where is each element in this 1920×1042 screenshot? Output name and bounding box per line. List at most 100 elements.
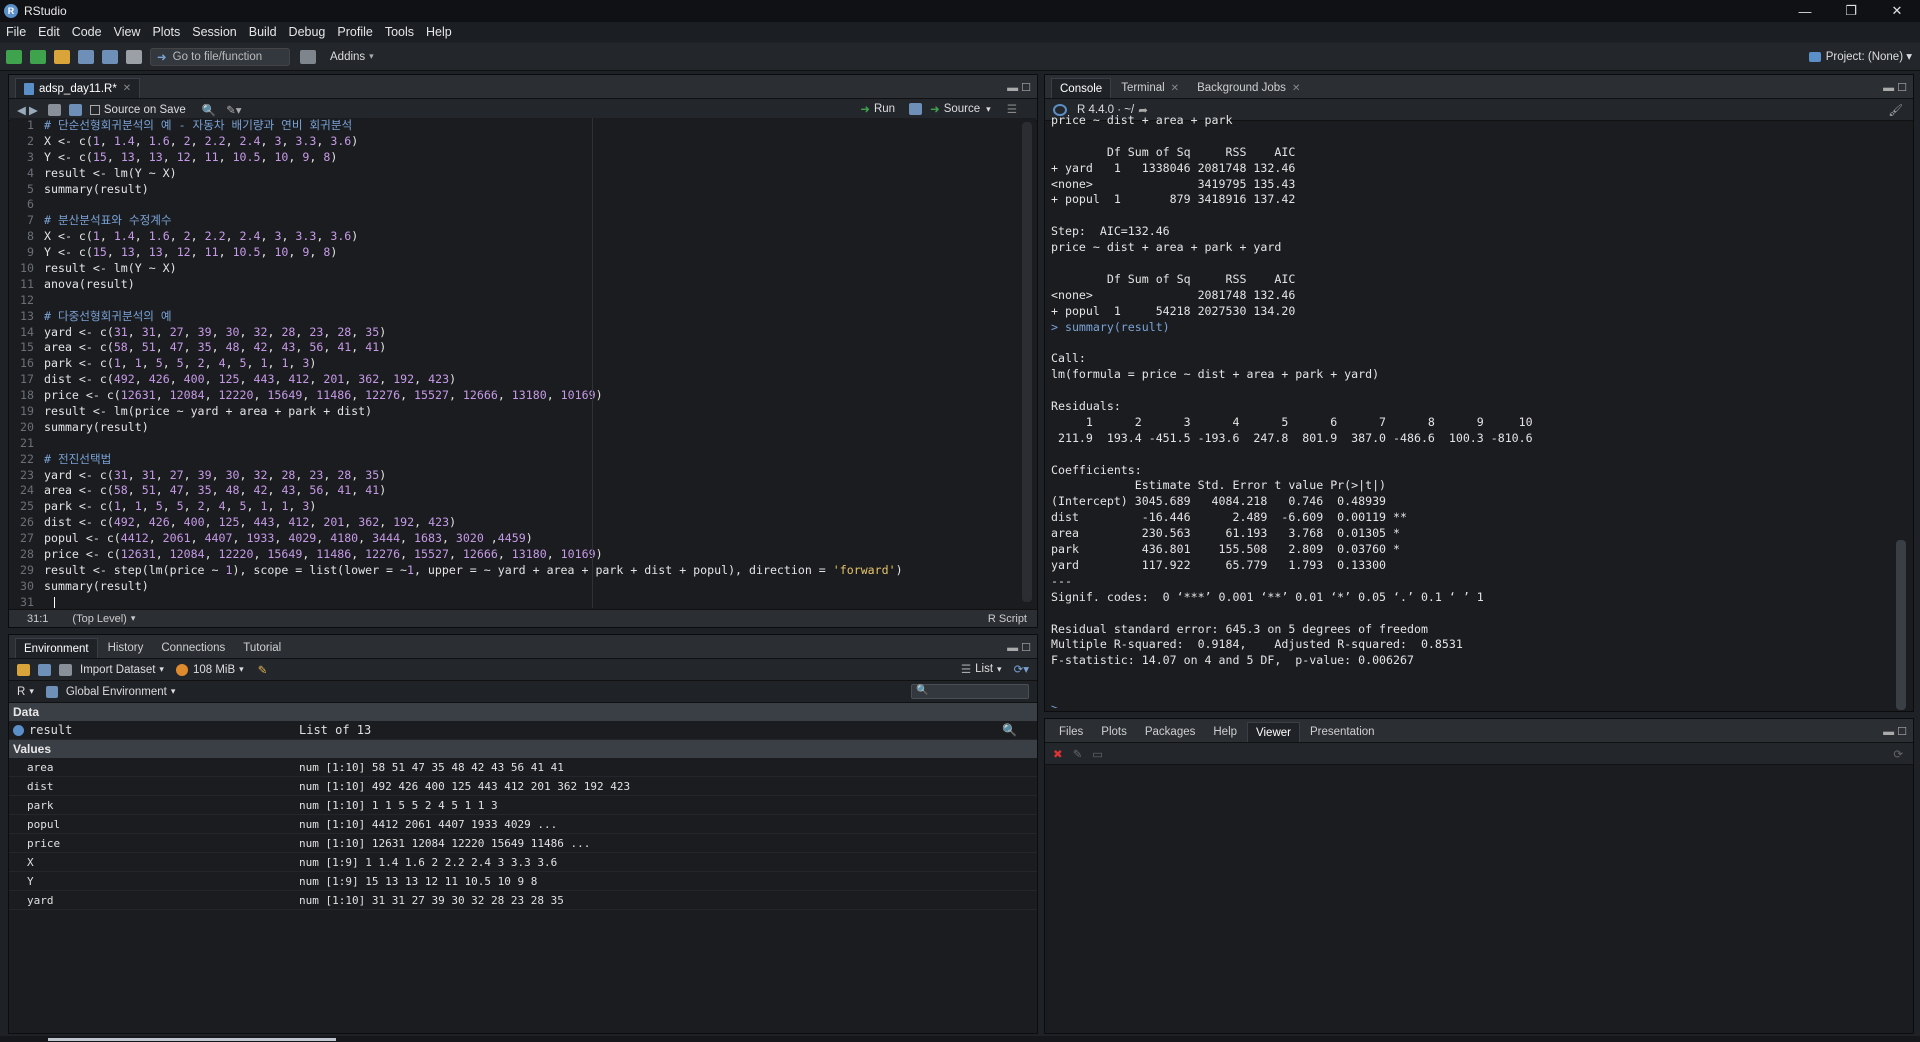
code-line[interactable]: 30 summary(result) <box>10 579 1036 595</box>
pane-minmax-icon[interactable]: ▬ ☐ <box>1007 81 1031 94</box>
code-tools-icon[interactable]: ✎▾ <box>226 103 241 117</box>
broom-icon[interactable]: ✎ <box>1073 747 1083 761</box>
source-tab[interactable]: adsp_day11.R* ✕ <box>15 78 141 98</box>
tab-files[interactable]: Files <box>1051 722 1091 742</box>
env-minmax-icon[interactable]: ▬ ☐ <box>1007 641 1031 654</box>
code-line[interactable]: 7 # 분산분석표와 수정계수 <box>10 213 1036 229</box>
compile-report-icon[interactable] <box>251 104 264 116</box>
refresh-icon[interactable]: ⟳▾ <box>1014 662 1029 676</box>
maximize-button[interactable]: ❐ <box>1828 0 1874 22</box>
code-line[interactable]: 2 X <- c(1, 1.4, 1.6, 2, 2.2, 2.4, 3, 3.3… <box>10 134 1036 150</box>
console-prompt[interactable]: > <box>1051 701 1891 708</box>
tab-tutorial[interactable]: Tutorial <box>235 638 289 658</box>
horizontal-scroll-thumb[interactable] <box>48 1038 336 1041</box>
source-on-save-checkbox[interactable] <box>89 104 100 115</box>
search-icon[interactable]: 🔍 <box>202 103 216 117</box>
run-button[interactable]: Run <box>874 103 895 115</box>
menu-session[interactable]: Session <box>192 25 236 39</box>
code-line[interactable]: 6 <box>10 197 1036 213</box>
import-dataset-button[interactable]: Import Dataset <box>80 664 155 676</box>
table-row[interactable]: area num [1:10] 58 51 47 35 48 42 43 56 4… <box>9 758 1037 777</box>
addins-menu[interactable]: Addins <box>330 51 365 63</box>
rerun-icon[interactable] <box>909 103 923 115</box>
table-row[interactable]: park num [1:10] 1 1 5 5 2 4 5 1 1 3 <box>9 796 1037 815</box>
tab-packages[interactable]: Packages <box>1137 722 1204 742</box>
tab-terminal[interactable]: Terminal ✕ <box>1113 78 1187 98</box>
viewer-refresh-icon[interactable]: ⟳ <box>1893 747 1903 761</box>
table-row[interactable]: dist num [1:10] 492 426 400 125 443 412 2… <box>9 777 1037 796</box>
code-line[interactable]: 12 <box>10 293 1036 309</box>
code-line[interactable]: 15 area <- c(58, 51, 47, 35, 48, 42, 43, … <box>10 340 1036 356</box>
code-line[interactable]: 5 summary(result) <box>10 182 1036 198</box>
code-line[interactable]: 31 <box>10 595 1036 608</box>
close-tab-icon[interactable]: ✕ <box>123 83 131 94</box>
close-jobs-icon[interactable]: ✕ <box>1292 83 1300 94</box>
outline-icon[interactable]: ☰ <box>1007 102 1017 116</box>
export-icon[interactable]: ▭ <box>1092 747 1103 761</box>
code-line[interactable]: 21 <box>10 436 1036 452</box>
filetype-selector[interactable]: R Script <box>988 613 1027 625</box>
code-line[interactable]: 17 dist <- c(492, 426, 400, 125, 443, 412… <box>10 372 1036 388</box>
clear-broom-icon[interactable]: ✎ <box>258 663 268 677</box>
menu-file[interactable]: File <box>6 25 26 39</box>
tab-presentation[interactable]: Presentation <box>1302 722 1383 742</box>
code-editor[interactable]: 1 # 단순선형회귀분석의 예 - 자동차 배기량과 연비 회귀분석 2 X <- c… <box>10 118 1036 608</box>
save-all-icon[interactable] <box>102 49 118 64</box>
code-line[interactable]: 26 dist <- c(492, 426, 400, 125, 443, 412… <box>10 515 1036 531</box>
env-search-input[interactable]: 🔍 <box>911 684 1029 699</box>
tab-history[interactable]: History <box>100 638 152 658</box>
tab-console[interactable]: Console <box>1051 78 1112 98</box>
code-line[interactable]: 11 anova(result) <box>10 277 1036 293</box>
tab-environment[interactable]: Environment <box>15 638 98 658</box>
console-output[interactable]: price ~ dist + area + park Df Sum of Sq … <box>1051 113 1891 708</box>
back-forward-icon[interactable]: ◀ ▶ <box>17 103 38 117</box>
close-terminal-icon[interactable]: ✕ <box>1171 83 1179 94</box>
code-line[interactable]: 8 X <- c(1, 1.4, 1.6, 2, 2.2, 2.4, 3, 3.3… <box>10 229 1036 245</box>
console-scrollbar[interactable] <box>1896 540 1906 710</box>
remove-viewer-icon[interactable]: ✖ <box>1053 747 1063 761</box>
close-button[interactable]: ✕ <box>1874 0 1920 22</box>
new-file-icon[interactable] <box>6 49 22 64</box>
code-line[interactable]: 10 result <- lm(Y ~ X) <box>10 261 1036 277</box>
scope-selector[interactable]: (Top Level) <box>72 613 126 625</box>
save-icon[interactable] <box>78 49 94 64</box>
editor-scrollbar[interactable] <box>1022 122 1032 602</box>
tab-plots[interactable]: Plots <box>1093 722 1135 742</box>
memory-usage[interactable]: 108 MiB <box>193 664 235 676</box>
code-line[interactable]: 14 yard <- c(31, 31, 27, 39, 30, 32, 28, … <box>10 325 1036 341</box>
menu-view[interactable]: View <box>114 25 141 39</box>
viewer-minmax-icon[interactable]: ▬ ☐ <box>1883 725 1907 738</box>
layout-grid-icon[interactable] <box>300 49 316 64</box>
code-line[interactable]: 22 # 전진선택법 <box>10 452 1036 468</box>
code-line[interactable]: 18 price <- c(12631, 12084, 12220, 15649,… <box>10 388 1036 404</box>
tab-background-jobs[interactable]: Background Jobs ✕ <box>1189 78 1308 98</box>
table-row[interactable]: price num [1:10] 12631 12084 12220 15649 … <box>9 834 1037 853</box>
table-row[interactable]: Ynum [1:9] 15 13 13 12 11 10.5 10 9 8 <box>9 872 1037 891</box>
menu-code[interactable]: Code <box>72 25 102 39</box>
open-file-icon[interactable] <box>54 49 70 64</box>
code-line[interactable]: 3 Y <- c(15, 13, 13, 12, 11, 10.5, 10, 9,… <box>10 150 1036 166</box>
new-project-icon[interactable] <box>30 49 46 64</box>
menu-plots[interactable]: Plots <box>152 25 180 39</box>
code-line[interactable]: 28 price <- c(12631, 12084, 12220, 15649,… <box>10 547 1036 563</box>
code-line[interactable]: 29 result <- step(lm(price ~ 1), scope = … <box>10 563 1036 579</box>
menu-build[interactable]: Build <box>249 25 277 39</box>
table-row[interactable]: yard num [1:10] 31 31 27 39 30 32 28 23 2… <box>9 891 1037 910</box>
view-data-search-icon[interactable]: 🔍 <box>1002 723 1017 737</box>
show-in-window-icon[interactable] <box>47 103 61 116</box>
menu-help[interactable]: Help <box>426 25 452 39</box>
code-line[interactable]: 24 area <- c(58, 51, 47, 35, 48, 42, 43, … <box>10 483 1036 499</box>
print-icon[interactable] <box>126 49 142 64</box>
tab-help[interactable]: Help <box>1205 722 1245 742</box>
menu-profile[interactable]: Profile <box>337 25 372 39</box>
code-line[interactable]: 13 # 다중선형회귀분석의 예 <box>10 309 1036 325</box>
tab-viewer[interactable]: Viewer <box>1247 722 1300 742</box>
code-line[interactable]: 20 summary(result) <box>10 420 1036 436</box>
menu-edit[interactable]: Edit <box>38 25 60 39</box>
project-menu[interactable]: Project: (None) ▾ <box>1808 49 1912 63</box>
source-button[interactable]: Source <box>944 103 980 115</box>
source-chevron-icon[interactable]: ▾ <box>986 104 991 115</box>
table-row[interactable]: popul num [1:10] 4412 2061 4407 1933 4029… <box>9 815 1037 834</box>
load-workspace-icon[interactable] <box>17 663 30 676</box>
view-mode-selector[interactable]: List <box>975 663 993 675</box>
